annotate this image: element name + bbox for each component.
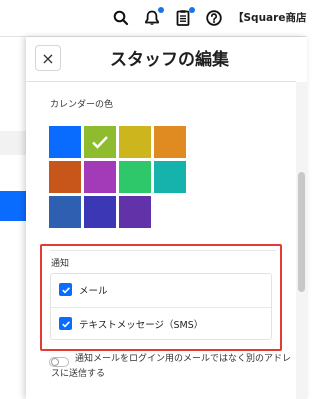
color-swatch[interactable] — [119, 161, 151, 193]
clipboard-icon[interactable] — [174, 7, 195, 27]
notification-dot — [158, 7, 164, 13]
color-swatch[interactable] — [119, 126, 151, 158]
store-name[interactable]: 【Square商店 — [233, 10, 306, 25]
notifications-label: 通知 — [51, 259, 70, 269]
panel-title: スタッフの編集 — [110, 50, 229, 70]
selected-check-icon — [92, 136, 108, 149]
scrollbar-thumb[interactable] — [298, 172, 305, 292]
color-swatch[interactable] — [84, 126, 116, 158]
notifications-section: 通知 メール テキストメッセージ（SMS） — [40, 244, 282, 351]
color-swatch[interactable] — [49, 126, 81, 158]
option-email-label: メール — [79, 286, 108, 297]
checkbox-email[interactable] — [59, 283, 72, 296]
search-icon[interactable] — [112, 9, 130, 27]
background-page — [0, 37, 26, 399]
background-selected-row — [0, 191, 26, 221]
background-row — [0, 131, 26, 155]
help-icon[interactable] — [205, 9, 223, 27]
color-swatch[interactable] — [154, 161, 186, 193]
alternate-email-toggle-label: 通知メールをログイン用のメールではなく別のアドレスに送信する — [51, 354, 292, 379]
checkbox-sms[interactable] — [59, 317, 72, 330]
color-swatch[interactable] — [119, 196, 151, 228]
option-sms-label: テキストメッセージ（SMS） — [79, 320, 204, 331]
check-icon — [61, 286, 70, 294]
calendar-color-label: カレンダーの色 — [50, 100, 114, 110]
color-swatch[interactable] — [84, 161, 116, 193]
color-swatch[interactable] — [49, 196, 81, 228]
option-sms[interactable]: テキストメッセージ（SMS） — [51, 307, 271, 340]
close-button[interactable]: × — [35, 45, 61, 71]
color-swatch[interactable] — [84, 196, 116, 228]
bell-icon[interactable] — [143, 7, 164, 27]
edit-staff-panel: × スタッフの編集 カレンダーの色 通知 メール テキストメッセージ（SMS） … — [26, 37, 307, 399]
color-swatch[interactable] — [154, 126, 186, 158]
color-swatch[interactable] — [49, 161, 81, 193]
check-icon — [61, 320, 70, 328]
header-divider — [26, 81, 296, 82]
top-app-bar: 【Square商店 — [0, 0, 307, 37]
notification-dot — [189, 7, 195, 13]
notification-options: メール テキストメッセージ（SMS） — [50, 273, 272, 340]
option-email[interactable]: メール — [51, 274, 271, 306]
